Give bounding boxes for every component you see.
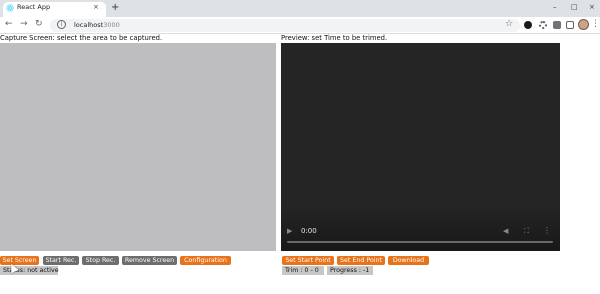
start-rec-button[interactable]: Start Rec. bbox=[43, 256, 79, 265]
play-icon[interactable]: ▶ bbox=[287, 227, 292, 236]
reload-icon[interactable]: ↻ bbox=[35, 18, 43, 30]
set-start-point-button[interactable]: Set Start Point bbox=[282, 256, 334, 265]
url-host: localhost bbox=[74, 21, 104, 29]
preview-caption: Preview: set Time to be trimed. bbox=[281, 34, 388, 42]
capture-caption: Capture Screen: select the area to be ca… bbox=[0, 34, 163, 42]
configuration-button[interactable]: Configuration bbox=[180, 256, 231, 265]
more-options-icon[interactable]: ⋮ bbox=[543, 226, 551, 235]
address-bar[interactable] bbox=[50, 19, 520, 32]
new-tab-button[interactable]: + bbox=[111, 3, 119, 13]
bookmark-star-icon[interactable]: ☆ bbox=[505, 19, 513, 30]
stop-rec-button[interactable]: Stop Rec. bbox=[82, 256, 119, 265]
video-controls-bar bbox=[281, 205, 560, 251]
fullscreen-icon[interactable]: ⛶ bbox=[524, 227, 529, 236]
video-seekbar[interactable] bbox=[287, 241, 553, 243]
maximize-icon[interactable]: □ bbox=[571, 2, 578, 12]
browser-menu-icon[interactable]: ⋮ bbox=[591, 19, 600, 30]
minimize-icon[interactable]: – bbox=[553, 2, 557, 12]
tab-title: React App bbox=[17, 3, 51, 11]
download-button[interactable]: Download bbox=[388, 256, 429, 265]
remove-screen-button[interactable]: Remove Screen bbox=[122, 256, 177, 265]
extension-puzzle-icon[interactable] bbox=[553, 21, 561, 29]
window-close-icon[interactable]: × bbox=[589, 2, 595, 12]
volume-icon[interactable]: ◀ bbox=[503, 227, 508, 236]
extension-dark-icon[interactable] bbox=[524, 21, 532, 29]
profile-avatar[interactable] bbox=[578, 19, 589, 30]
progress-label: Progress : -1 bbox=[327, 266, 373, 275]
tab-close-icon[interactable]: × bbox=[93, 2, 99, 12]
url-port: :3000 bbox=[101, 21, 120, 29]
set-end-point-button[interactable]: Set End Point bbox=[337, 256, 385, 265]
forward-icon[interactable]: → bbox=[20, 18, 28, 30]
extension-gear-icon[interactable] bbox=[539, 21, 547, 29]
set-screen-button[interactable]: Set Screen bbox=[0, 256, 39, 265]
back-icon[interactable]: ← bbox=[5, 18, 13, 30]
capture-area[interactable] bbox=[0, 43, 276, 251]
video-time: 0:00 bbox=[301, 227, 317, 235]
trim-label: Trim : 0 - 0 bbox=[282, 266, 324, 275]
site-info-icon[interactable]: i bbox=[57, 20, 66, 29]
react-favicon-icon bbox=[6, 4, 14, 12]
media-control-icon[interactable] bbox=[566, 21, 574, 29]
